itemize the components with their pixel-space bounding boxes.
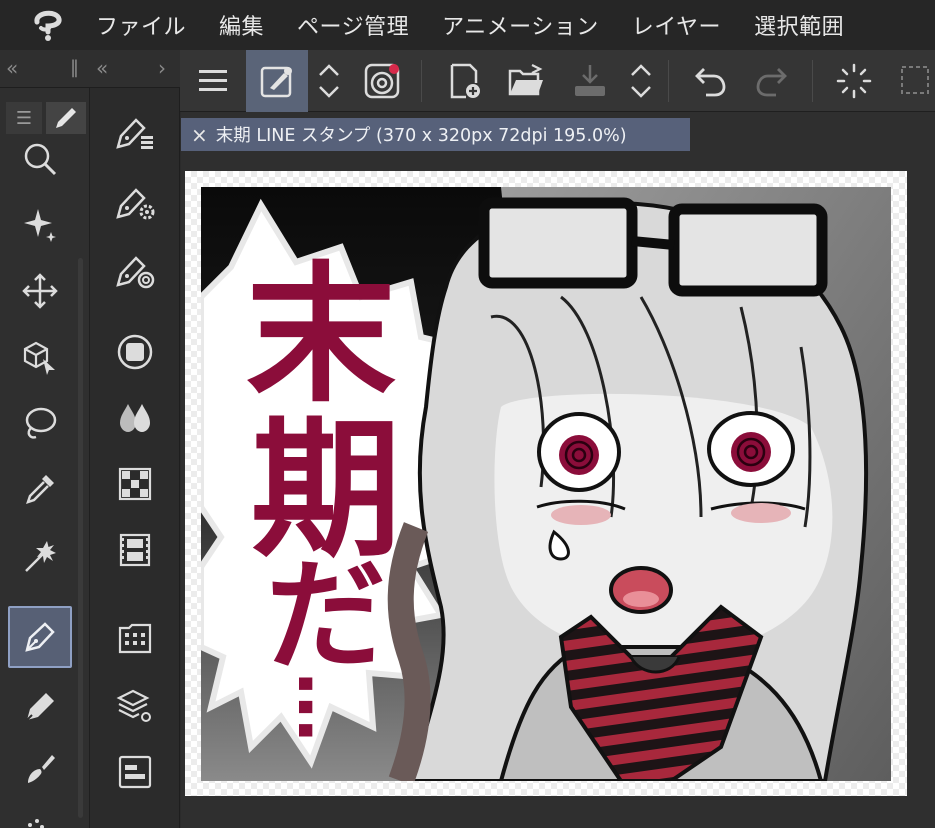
text-char-1: 末 <box>246 249 396 423</box>
canvas[interactable]: 末 期 だ … <box>185 171 907 796</box>
panel-collapse-bar: « ‖ « › <box>0 50 180 88</box>
zoom-icon[interactable] <box>8 128 72 190</box>
redo-icon[interactable] <box>746 50 798 112</box>
brush-icon[interactable] <box>8 738 72 800</box>
up-down-icon-2[interactable] <box>624 50 658 112</box>
hair-side-strand <box>387 522 431 781</box>
save-icon[interactable] <box>564 50 616 112</box>
object-select-icon[interactable] <box>8 326 72 388</box>
color-mix-icon[interactable] <box>104 388 166 448</box>
document-tab[interactable]: × 末期 LINE スタンプ (370 x 320px 72dpi 195.0%… <box>181 118 690 151</box>
layer-stack-icon[interactable] <box>104 676 166 736</box>
up-down-icon[interactable] <box>312 50 346 112</box>
close-tab-button[interactable]: × <box>191 123 208 147</box>
edit-brush-icon <box>260 66 292 98</box>
mouth-tongue <box>623 591 659 607</box>
subtool-list-icon[interactable] <box>104 102 166 162</box>
text-char-4: … <box>282 672 364 742</box>
menu-icon[interactable] <box>186 50 240 112</box>
film-icon[interactable] <box>104 520 166 580</box>
text-char-3: だ <box>266 547 386 686</box>
panel-icon[interactable] <box>104 742 166 802</box>
subtool-target-icon[interactable] <box>104 240 166 300</box>
sub-tool-palette <box>91 88 180 828</box>
new-file-icon[interactable] <box>438 50 490 112</box>
menu-page[interactable]: ページ管理 <box>297 9 409 41</box>
eyedropper-icon[interactable] <box>8 458 72 520</box>
clip-studio-logo-icon[interactable] <box>0 0 96 50</box>
collapse-right-button[interactable]: › <box>158 56 166 80</box>
tool-palette: ☰ <box>0 88 90 828</box>
menu-layer[interactable]: レイヤー <box>632 9 721 41</box>
collapse-mid-button[interactable]: « <box>96 56 108 80</box>
tool-palette-scrollbar[interactable] <box>78 258 83 818</box>
loading-icon[interactable] <box>828 50 880 112</box>
collapse-left-button[interactable]: « <box>6 56 18 80</box>
grid-icon[interactable] <box>104 608 166 668</box>
menu-selection[interactable]: 選択範囲 <box>754 9 844 41</box>
tile-icon[interactable] <box>104 454 166 514</box>
menu-file[interactable]: ファイル <box>96 9 186 41</box>
lasso-icon[interactable] <box>8 392 72 454</box>
sparkle-icon[interactable] <box>8 194 72 256</box>
command-bar <box>180 50 935 112</box>
canvas-area: × 末期 LINE スタンプ (370 x 320px 72dpi 195.0%… <box>181 112 935 828</box>
menu-bar: ファイル 編集 ページ管理 アニメーション レイヤー 選択範囲 <box>0 0 935 50</box>
move-icon[interactable] <box>8 260 72 322</box>
clip-studio-icon[interactable] <box>356 50 408 112</box>
spray-icon[interactable] <box>8 800 72 828</box>
gradient-icon[interactable] <box>104 322 166 382</box>
selection-icon[interactable] <box>892 50 935 112</box>
auto-select-icon[interactable] <box>8 524 72 586</box>
pen-icon[interactable] <box>8 606 72 668</box>
pencil-icon[interactable] <box>8 676 72 738</box>
document-title: 末期 LINE スタンプ (370 x 320px 72dpi 195.0%) <box>215 126 627 146</box>
edit-brush-button[interactable] <box>246 50 308 112</box>
menu-edit[interactable]: 編集 <box>219 9 264 41</box>
sticker-artwork[interactable]: 末 期 だ … <box>201 187 891 781</box>
vertical-text: 末 期 だ … <box>246 249 401 742</box>
menu-animation[interactable]: アニメーション <box>442 9 599 41</box>
subtool-settings-icon[interactable] <box>104 172 166 232</box>
panel-grip-icon[interactable]: ‖ <box>70 57 79 78</box>
open-folder-icon[interactable] <box>500 50 552 112</box>
undo-icon[interactable] <box>684 50 736 112</box>
